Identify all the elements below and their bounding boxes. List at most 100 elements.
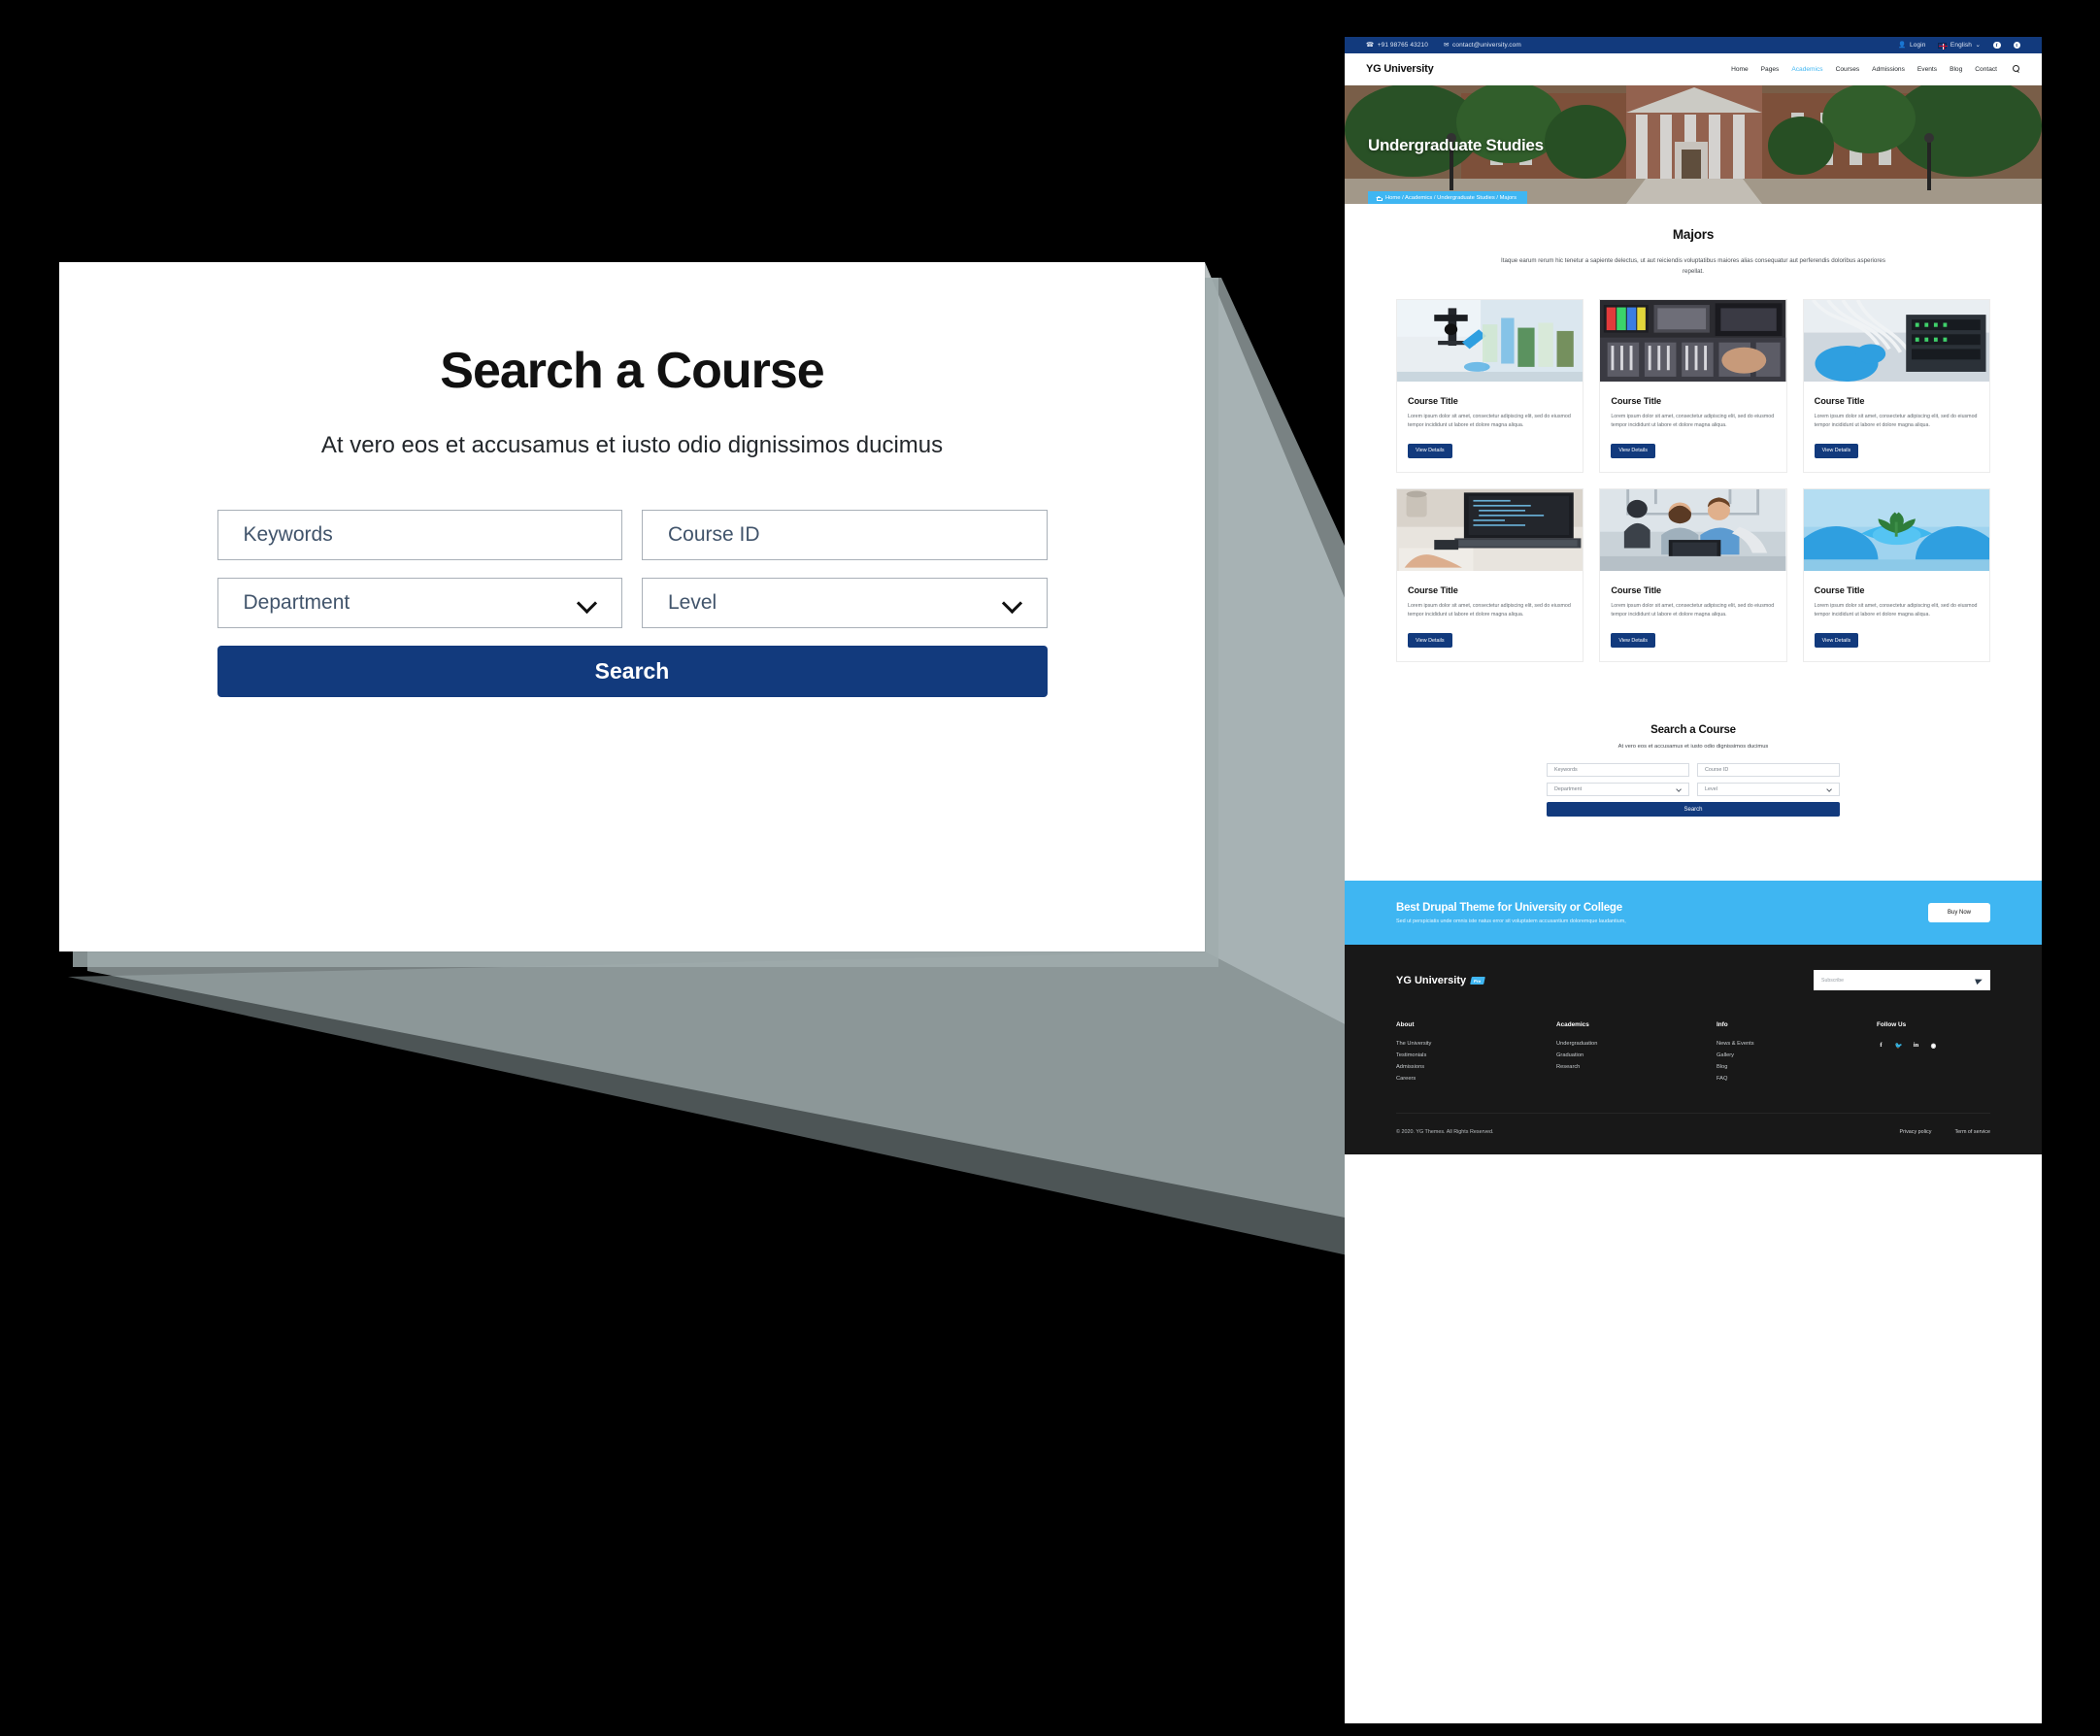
login-link[interactable]: 👤 Login	[1898, 42, 1925, 49]
footer-link[interactable]: Graduation	[1556, 1052, 1717, 1058]
twitter-icon[interactable]: 🐦	[1894, 1041, 1903, 1050]
course-title: Course Title	[1814, 395, 1865, 406]
linkedin-icon[interactable]: in	[1912, 1041, 1920, 1050]
course-text: Lorem ipsum dolor sit amet, consectetur …	[1611, 413, 1775, 429]
top-utility-bar: ☎ +91 98765 43210 ✉ contact@university.c…	[1345, 37, 2042, 53]
chevron-down-icon	[1677, 787, 1682, 792]
zoom-panel-heading: Search a Course	[440, 343, 824, 399]
privacy-policy-link[interactable]: Privacy policy	[1900, 1129, 1932, 1135]
search-icon[interactable]	[2013, 65, 2020, 73]
course-card[interactable]: Course Title Lorem ipsum dolor sit amet,…	[1599, 487, 1787, 662]
twitter-icon[interactable]: t	[2013, 41, 2020, 50]
footer-link[interactable]: Careers	[1396, 1076, 1556, 1082]
zoom-search-button[interactable]: Search	[217, 646, 1048, 697]
view-details-button[interactable]: View Details	[1611, 633, 1655, 648]
view-details-button[interactable]: View Details	[1814, 443, 1859, 458]
nav-item-academics[interactable]: Academics	[1791, 66, 1822, 73]
course-search-form: Keywords Course ID Department Level Sear…	[1547, 763, 1840, 817]
cta-text: Sed ut perspiciatis unde omnis iste natu…	[1396, 918, 1626, 924]
level-select[interactable]: Level	[1697, 783, 1840, 796]
zoom-department-select[interactable]: Department	[217, 578, 622, 628]
course-card[interactable]: Course Title Lorem ipsum dolor sit amet,…	[1802, 298, 1990, 473]
send-icon[interactable]	[1975, 976, 1983, 985]
level-value: Level	[1705, 786, 1717, 792]
course-text: Lorem ipsum dolor sit amet, consectetur …	[1814, 413, 1978, 429]
website-page: ☎ +91 98765 43210 ✉ contact@university.c…	[1345, 37, 2042, 1723]
nav-links: Home Pages Academics Courses Admissions …	[1731, 65, 2020, 73]
view-details-button[interactable]: View Details	[1611, 443, 1655, 458]
course-text: Lorem ipsum dolor sit amet, consectetur …	[1408, 413, 1571, 429]
subscribe-placeholder: Subscribe	[1821, 977, 1845, 984]
nav-item-contact[interactable]: Contact	[1975, 66, 1997, 73]
course-id-placeholder: Course ID	[1705, 767, 1729, 773]
language-selector[interactable]: English ⌄	[1938, 42, 1981, 50]
instagram-icon[interactable]: ◉	[1929, 1041, 1938, 1050]
footer-link[interactable]: Testimonials	[1396, 1052, 1556, 1058]
keywords-input[interactable]: Keywords	[1547, 763, 1689, 777]
footer-link[interactable]: Research	[1556, 1064, 1717, 1070]
search-button[interactable]: Search	[1547, 802, 1840, 817]
nav-item-courses[interactable]: Courses	[1836, 66, 1860, 73]
search-section-subheading: At vero eos et accusamus et iusto odio d…	[1617, 744, 1769, 750]
nav-item-admissions[interactable]: Admissions	[1872, 66, 1905, 73]
course-text: Lorem ipsum dolor sit amet, consectetur …	[1611, 602, 1775, 618]
terms-link[interactable]: Term of service	[1954, 1129, 1990, 1135]
footer-logo[interactable]: YG University Pro	[1396, 974, 1485, 986]
zoom-level-select[interactable]: Level	[642, 578, 1048, 628]
majors-heading: Majors	[1672, 227, 1715, 242]
zoom-department-value: Department	[243, 591, 350, 614]
broadcast-console-photo	[1600, 299, 1786, 382]
footer-brand-name: YG University	[1396, 974, 1467, 986]
course-card[interactable]: Course Title Lorem ipsum dolor sit amet,…	[1396, 298, 1584, 473]
nav-item-home[interactable]: Home	[1731, 66, 1749, 73]
buy-now-button[interactable]: Buy Now	[1927, 903, 1990, 922]
footer-column-info: Info News & Events Gallery Blog FAQ	[1717, 1021, 1877, 1087]
copyright-text: © 2020. YG Themes. All Rights Reserved.	[1396, 1129, 1494, 1135]
course-text: Lorem ipsum dolor sit amet, consectetur …	[1814, 602, 1978, 618]
view-details-button[interactable]: View Details	[1814, 633, 1859, 648]
course-title: Course Title	[1408, 395, 1458, 406]
course-text: Lorem ipsum dolor sit amet, consectetur …	[1408, 602, 1571, 618]
lab-microscope-photo	[1397, 299, 1583, 382]
facebook-icon[interactable]: f	[1877, 1041, 1885, 1050]
language-label: English	[1950, 42, 1972, 49]
majors-description: Itaque earum rerum hic tenetur a sapient…	[1501, 257, 1885, 276]
course-id-input[interactable]: Course ID	[1697, 763, 1840, 777]
site-footer: YG University Pro Subscribe About The Un…	[1345, 945, 2042, 1154]
course-title: Course Title	[1611, 395, 1662, 406]
course-card[interactable]: Course Title Lorem ipsum dolor sit amet,…	[1599, 298, 1787, 473]
footer-column-academics: Academics Undergraduation Graduation Res…	[1556, 1021, 1717, 1087]
zoom-level-value: Level	[668, 591, 717, 614]
nav-item-pages[interactable]: Pages	[1761, 66, 1780, 73]
nav-item-blog[interactable]: Blog	[1950, 66, 1962, 73]
footer-link[interactable]: Blog	[1717, 1064, 1877, 1070]
subscribe-input[interactable]: Subscribe	[1814, 970, 1990, 990]
footer-link[interactable]: Admissions	[1396, 1064, 1556, 1070]
course-card[interactable]: Course Title Lorem ipsum dolor sit amet,…	[1802, 487, 1990, 662]
facebook-icon[interactable]: f	[1993, 41, 2001, 50]
uk-flag-icon	[1938, 42, 1949, 50]
nav-item-events[interactable]: Events	[1917, 66, 1937, 73]
footer-link[interactable]: The University	[1396, 1041, 1556, 1047]
site-logo[interactable]: YG University	[1366, 63, 1434, 75]
view-details-button[interactable]: View Details	[1408, 443, 1452, 458]
email-contact[interactable]: ✉ contact@university.com	[1444, 42, 1521, 49]
footer-link[interactable]: Undergraduation	[1556, 1041, 1717, 1047]
course-card[interactable]: Course Title Lorem ipsum dolor sit amet,…	[1396, 487, 1584, 662]
footer-link[interactable]: FAQ	[1717, 1076, 1877, 1082]
course-card-grid: Course Title Lorem ipsum dolor sit amet,…	[1345, 278, 2042, 662]
footer-link[interactable]: Gallery	[1717, 1052, 1877, 1058]
footer-link[interactable]: News & Events	[1717, 1041, 1877, 1047]
students-robotics-photo	[1600, 488, 1786, 571]
footer-column-title: Academics	[1556, 1021, 1589, 1028]
footer-column-follow: Follow Us f 🐦 in ◉	[1877, 1021, 1938, 1087]
phone-contact[interactable]: ☎ +91 98765 43210	[1366, 42, 1428, 49]
zoom-keywords-input[interactable]: Keywords	[217, 510, 622, 560]
breadcrumb-path[interactable]: Home / Academics / Undergraduate Studies…	[1385, 195, 1517, 201]
zoom-keywords-placeholder: Keywords	[243, 523, 333, 546]
zoomed-search-panel: Search a Course At vero eos et accusamus…	[59, 262, 1205, 951]
department-value: Department	[1554, 786, 1583, 792]
department-select[interactable]: Department	[1547, 783, 1689, 796]
view-details-button[interactable]: View Details	[1408, 633, 1452, 648]
zoom-course-id-input[interactable]: Course ID	[642, 510, 1048, 560]
